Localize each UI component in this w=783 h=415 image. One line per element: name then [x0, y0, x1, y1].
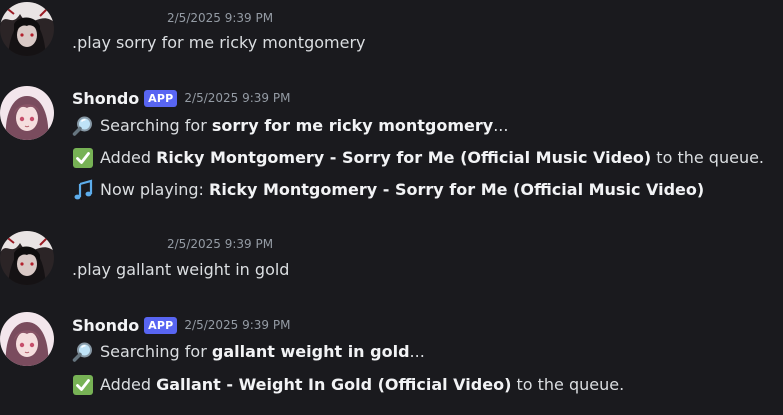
message-line: Now playing: Ricky Montgomery - Sorry fo… [72, 178, 704, 202]
app-badge: APP [144, 316, 178, 334]
message-line: Searching for gallant weight in gold... [72, 340, 425, 364]
message-line: Added Ricky Montgomery - Sorry for Me (O… [72, 146, 764, 170]
track-title: Ricky Montgomery - Sorry for Me (Officia… [209, 180, 705, 199]
bot-avatar[interactable] [0, 312, 54, 366]
line-suffix: to the queue. [651, 148, 765, 167]
search-query: sorry for me ricky montgomery [211, 116, 494, 135]
magnifier-icon [72, 341, 94, 363]
line-text: Searching for [100, 116, 212, 135]
line-suffix: ... [409, 342, 425, 361]
message-timestamp: 2/5/2025 9:39 PM [167, 237, 274, 251]
username[interactable]: Shondo [72, 316, 139, 335]
check-mark-icon [72, 147, 94, 169]
line-text: Added [100, 375, 157, 394]
user-avatar[interactable] [0, 2, 54, 56]
message-timestamp: 2/5/2025 9:39 PM [184, 318, 291, 332]
username[interactable]: Shondo [72, 89, 139, 108]
track-title: Gallant - Weight In Gold (Official Video… [156, 375, 512, 394]
line-text: Now playing: [100, 180, 210, 199]
check-mark-icon [72, 374, 94, 396]
line-suffix: to the queue. [511, 375, 625, 394]
message-line: Searching for sorry for me ricky montgom… [72, 114, 508, 138]
message-header: Shondo APP 2/5/2025 9:39 PM [72, 314, 290, 336]
line-text: Added [100, 148, 157, 167]
magnifier-icon [72, 115, 94, 137]
chat-log: 2/5/2025 9:39 PM .play sorry for me rick… [0, 0, 783, 415]
message-timestamp: 2/5/2025 9:39 PM [184, 91, 291, 105]
track-title: Ricky Montgomery - Sorry for Me (Officia… [156, 148, 652, 167]
message-timestamp: 2/5/2025 9:39 PM [167, 11, 274, 25]
bot-avatar[interactable] [0, 86, 54, 140]
line-suffix: ... [493, 116, 509, 135]
line-text: Searching for [100, 342, 212, 361]
message-line: Added Gallant - Weight In Gold (Official… [72, 373, 624, 397]
app-badge: APP [144, 89, 178, 107]
search-query: gallant weight in gold [211, 342, 410, 361]
message-text: .play sorry for me ricky montgomery [72, 33, 366, 52]
user-avatar[interactable] [0, 231, 54, 285]
message-text: .play gallant weight in gold [72, 260, 290, 279]
music-notes-icon [72, 179, 94, 201]
message-header: Shondo APP 2/5/2025 9:39 PM [72, 87, 290, 109]
